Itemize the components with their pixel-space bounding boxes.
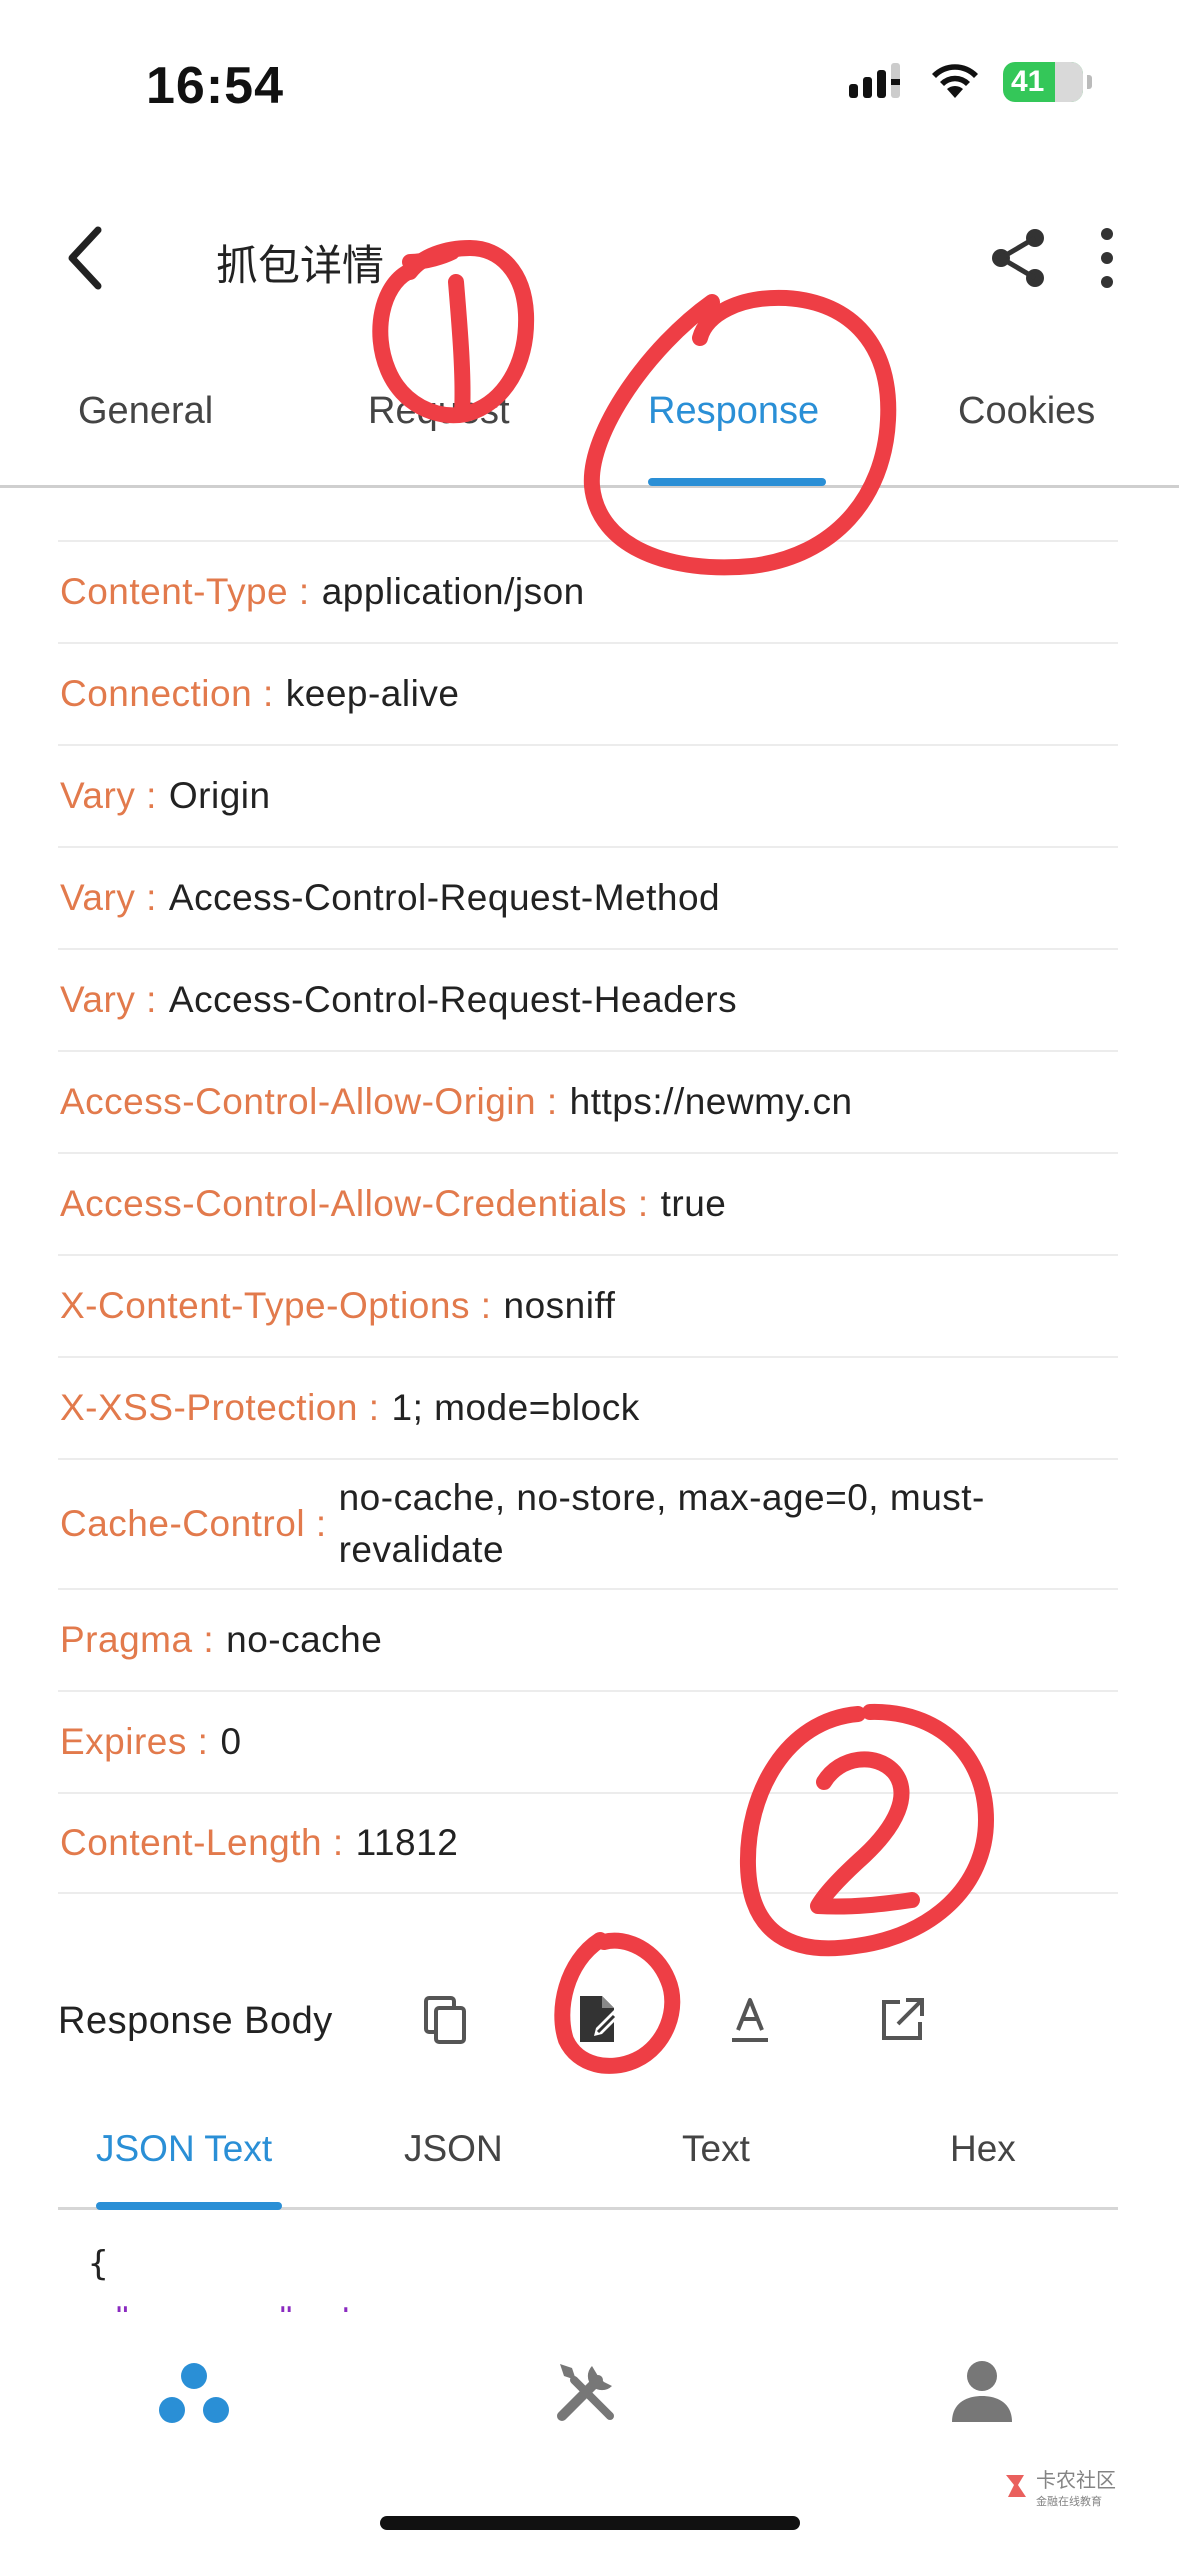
- share-icon[interactable]: [987, 226, 1051, 290]
- header-key: Vary :: [60, 877, 157, 918]
- response-headers-list: Content-Type : application/json Connecti…: [58, 540, 1118, 1894]
- status-bar: 16:54 41: [0, 0, 1179, 170]
- tools-icon[interactable]: [548, 2352, 628, 2432]
- watermark-text: 卡农社区: [1036, 2467, 1116, 2492]
- header-key: Expires :: [60, 1721, 209, 1762]
- header-key: Content-Length :: [60, 1822, 344, 1863]
- header-value: https://newmy.cn: [569, 1081, 853, 1122]
- header-value: no-cache, no-store, max-age=0, must-reva…: [338, 1477, 985, 1570]
- header-value: 1; mode=block: [391, 1387, 640, 1428]
- header-row[interactable]: Vary : Origin: [58, 744, 1118, 846]
- text-format-icon[interactable]: [722, 1992, 778, 2048]
- header-key: X-XSS-Protection :: [60, 1387, 380, 1428]
- header-value: 11812: [355, 1822, 459, 1863]
- status-time: 16:54: [146, 57, 284, 115]
- tab-cookies[interactable]: Cookies: [958, 390, 1095, 433]
- header-row[interactable]: Access-Control-Allow-Origin : https://ne…: [58, 1050, 1118, 1152]
- header-row[interactable]: Vary : Access-Control-Request-Method: [58, 846, 1118, 948]
- tab-indicator: [648, 478, 826, 486]
- open-external-icon[interactable]: [874, 1992, 930, 2048]
- header-value: true: [660, 1183, 727, 1224]
- header-row[interactable]: Content-Type : application/json: [58, 540, 1118, 642]
- tab-text[interactable]: Text: [682, 2128, 750, 2170]
- header-key: Access-Control-Allow-Origin :: [60, 1081, 558, 1122]
- header-value: Origin: [168, 775, 271, 816]
- tab-hex[interactable]: Hex: [950, 2128, 1016, 2170]
- app-bar: 抓包详情: [0, 200, 1179, 320]
- header-key: Cache-Control :: [60, 1503, 327, 1544]
- chevron-left-icon[interactable]: [56, 222, 120, 294]
- wifi-icon: [932, 64, 978, 98]
- header-key: Vary :: [60, 775, 157, 816]
- profile-icon[interactable]: [942, 2352, 1022, 2432]
- header-row[interactable]: Vary : Access-Control-Request-Headers: [58, 948, 1118, 1050]
- response-body-toolbar: Response Body: [58, 1966, 1118, 2076]
- header-row[interactable]: X-XSS-Protection : 1; mode=block: [58, 1356, 1118, 1458]
- header-key: Connection :: [60, 673, 274, 714]
- detail-tabs: General Request Response Cookies: [0, 370, 1179, 488]
- copy-icon[interactable]: [418, 1992, 474, 2048]
- header-key: Content-Type :: [60, 571, 310, 612]
- header-row[interactable]: Pragma : no-cache: [58, 1588, 1118, 1690]
- body-format-tabs: JSON Text JSON Text Hex: [58, 2100, 1118, 2210]
- home-indicator: [380, 2516, 800, 2530]
- cellular-signal-icon: [849, 63, 900, 98]
- battery-level: 41: [1011, 65, 1045, 98]
- header-value: 0: [220, 1721, 242, 1762]
- header-row[interactable]: Access-Control-Allow-Credentials : true: [58, 1152, 1118, 1254]
- tab-request[interactable]: Request: [368, 390, 510, 433]
- tab-json-text[interactable]: JSON Text: [96, 2128, 272, 2170]
- header-row[interactable]: Cache-Control : no-cache, no-store, max-…: [58, 1458, 1118, 1588]
- header-key: X-Content-Type-Options :: [60, 1285, 492, 1326]
- more-vertical-icon[interactable]: [1091, 226, 1123, 290]
- header-value: no-cache: [226, 1619, 383, 1660]
- capture-icon[interactable]: [154, 2352, 234, 2432]
- header-row[interactable]: Expires : 0: [58, 1690, 1118, 1792]
- header-row[interactable]: Connection : keep-alive: [58, 642, 1118, 744]
- header-row[interactable]: Content-Length : 11812: [58, 1792, 1118, 1894]
- watermark: 卡农社区 金融在线教育: [1000, 2462, 1130, 2510]
- status-icons: 41: [847, 62, 1092, 102]
- header-value: keep-alive: [285, 673, 460, 714]
- header-value: nosniff: [503, 1285, 616, 1326]
- watermark-logo-icon: [1006, 2475, 1026, 2497]
- header-row[interactable]: X-Content-Type-Options : nosniff: [58, 1254, 1118, 1356]
- edit-document-icon[interactable]: [570, 1992, 626, 2048]
- header-value: Access-Control-Request-Headers: [168, 979, 738, 1020]
- header-value: application/json: [321, 571, 585, 612]
- watermark-subtext: 金融在线教育: [1036, 2494, 1102, 2508]
- header-key: Vary :: [60, 979, 157, 1020]
- tab-response[interactable]: Response: [648, 390, 819, 433]
- tab-json[interactable]: JSON: [404, 2128, 503, 2170]
- response-body-label: Response Body: [58, 1999, 333, 2042]
- tab-general[interactable]: General: [78, 390, 213, 433]
- page-title: 抓包详情: [216, 241, 385, 290]
- header-value: Access-Control-Request-Method: [168, 877, 721, 918]
- battery-icon: 41: [1003, 62, 1092, 102]
- header-key: Access-Control-Allow-Credentials :: [60, 1183, 649, 1224]
- header-key: Pragma :: [60, 1619, 215, 1660]
- body-tab-indicator: [96, 2202, 282, 2210]
